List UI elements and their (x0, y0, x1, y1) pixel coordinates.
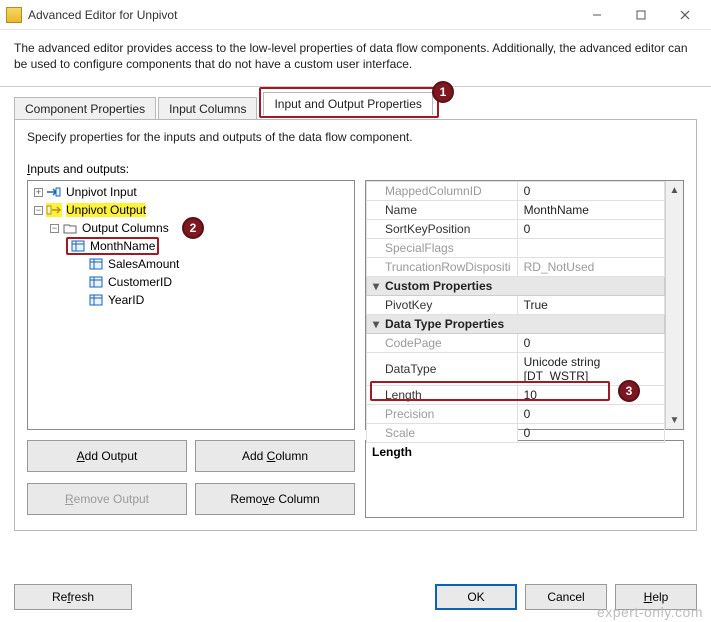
titlebar: Advanced Editor for Unpivot (0, 0, 711, 30)
ok-button[interactable]: OK (435, 584, 517, 610)
expand-icon[interactable]: + (34, 188, 43, 197)
prop-pivotkey[interactable]: PivotKey True (367, 296, 665, 315)
prop-specialflags[interactable]: SpecialFlags (367, 239, 665, 258)
column-icon (88, 257, 104, 271)
highlight-monthname: MonthName (66, 237, 159, 255)
collapse-icon[interactable]: − (50, 224, 59, 233)
property-grid[interactable]: MappedColumnID 0 Name MonthName SortKeyP… (365, 180, 684, 430)
tab-component-properties[interactable]: Component Properties (14, 97, 156, 120)
help-button[interactable]: Help (615, 584, 697, 610)
prop-codepage[interactable]: CodePage 0 (367, 334, 665, 353)
callout-1: 1 (432, 81, 454, 103)
tab-strip: Component Properties Input Columns Input… (14, 93, 697, 119)
tab-input-columns[interactable]: Input Columns (158, 97, 257, 120)
chevron-down-icon: ▾ (373, 317, 383, 331)
collapse-icon[interactable]: − (34, 206, 43, 215)
io-label: Inputs and outputs: (27, 162, 684, 176)
tree-label: Output Columns (82, 221, 169, 235)
property-description-title: Length (372, 445, 412, 459)
prop-mappedcolumnid[interactable]: MappedColumnID 0 (367, 182, 665, 201)
prop-name[interactable]: Name MonthName (367, 201, 665, 220)
minimize-button[interactable] (575, 1, 619, 29)
maximize-button[interactable] (619, 1, 663, 29)
tree-label: CustomerID (108, 275, 172, 289)
remove-output-button: Remove Output (27, 483, 187, 515)
output-icon (46, 203, 62, 217)
scroll-up-icon[interactable]: ▲ (666, 181, 683, 199)
cancel-button[interactable]: Cancel (525, 584, 607, 610)
close-button[interactable] (663, 1, 707, 29)
tree-monthname[interactable]: MonthName (30, 237, 352, 255)
tab-io-properties[interactable]: Input and Output Properties (263, 92, 432, 115)
column-icon (88, 293, 104, 307)
prop-scale[interactable]: Scale 0 (367, 424, 665, 443)
dialog-description: The advanced editor provides access to t… (0, 30, 711, 87)
prop-precision[interactable]: Precision 0 (367, 405, 665, 424)
prop-category-datatype[interactable]: ▾Data Type Properties (367, 315, 665, 334)
tree-unpivot-input[interactable]: + Unpivot Input (30, 183, 352, 201)
callout-2: 2 (182, 217, 204, 239)
dialog-footer: Refresh OK Cancel Help (14, 584, 697, 610)
tree-label: SalesAmount (108, 257, 179, 271)
window-title: Advanced Editor for Unpivot (28, 8, 575, 22)
output-column-buttons: Add Output Add Column Remove Output Remo… (27, 440, 355, 518)
tab-panel: Specify properties for the inputs and ou… (14, 119, 697, 531)
folder-icon (62, 221, 78, 235)
prop-truncation[interactable]: TruncationRowDispositi RD_NotUsed (367, 258, 665, 277)
tree-label: Unpivot Output (66, 203, 146, 217)
prop-datatype[interactable]: DataType Unicode string [DT_WSTR] (367, 353, 665, 386)
column-icon (70, 239, 86, 253)
highlight-tab-io: Input and Output Properties (259, 87, 438, 118)
column-icon (88, 275, 104, 289)
tree-yearid[interactable]: YearID (30, 291, 352, 309)
add-output-button[interactable]: Add Output (27, 440, 187, 472)
property-description: Length (365, 440, 684, 518)
prop-category-custom[interactable]: ▾Custom Properties (367, 277, 665, 296)
input-icon (46, 185, 62, 199)
tree-customerid[interactable]: CustomerID (30, 273, 352, 291)
add-column-button[interactable]: Add Column (195, 440, 355, 472)
tree-salesamount[interactable]: SalesAmount (30, 255, 352, 273)
tree-label: YearID (108, 293, 144, 307)
prop-sortkeyposition[interactable]: SortKeyPosition 0 (367, 220, 665, 239)
io-tree[interactable]: + Unpivot Input − Unpivot Output (27, 180, 355, 430)
scroll-down-icon[interactable]: ▼ (666, 411, 683, 429)
scrollbar[interactable]: ▲ ▼ (665, 181, 683, 429)
tree-output-columns[interactable]: − Output Columns 2 (30, 219, 352, 237)
tree-label: Unpivot Input (66, 185, 137, 199)
panel-subdesc: Specify properties for the inputs and ou… (27, 130, 684, 144)
chevron-down-icon: ▾ (373, 279, 383, 293)
app-icon (6, 7, 22, 23)
tree-label: MonthName (90, 239, 155, 253)
remove-column-button[interactable]: Remove Column (195, 483, 355, 515)
refresh-button[interactable]: Refresh (14, 584, 132, 610)
